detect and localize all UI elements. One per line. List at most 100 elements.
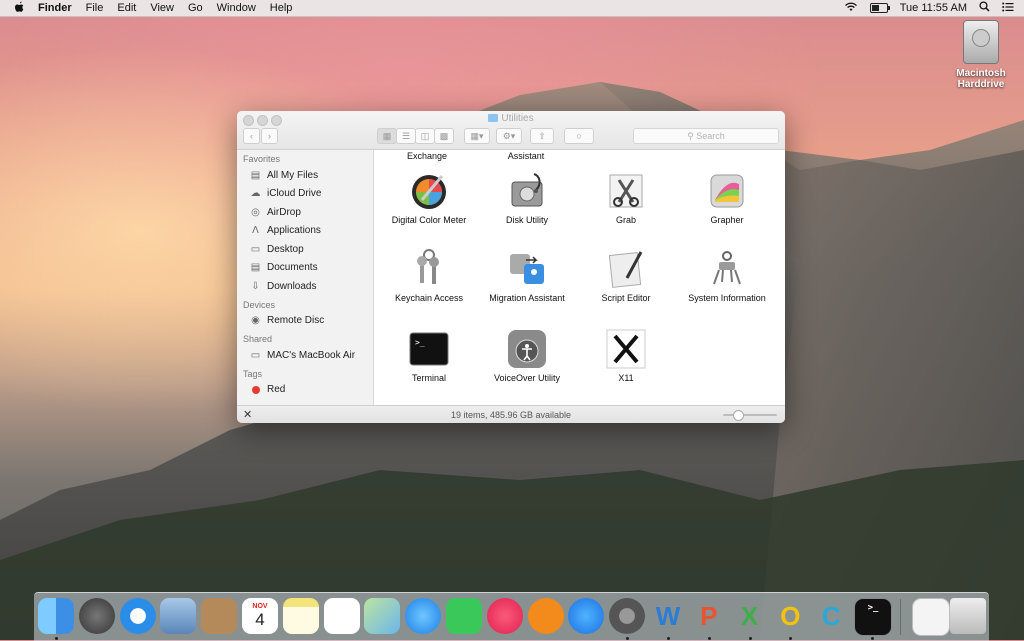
sidebar-item-mac-s-macbook-air[interactable]: ▭ MAC's MacBook Air: [237, 346, 373, 365]
sidebar-item-remote-disc[interactable]: ◉ Remote Disc: [237, 312, 373, 331]
sidebar-item-desktop[interactable]: ▭ Desktop: [237, 240, 373, 259]
column-view-button[interactable]: ◫: [415, 128, 435, 144]
menu-edit[interactable]: Edit: [117, 2, 136, 14]
forward-button[interactable]: ›: [261, 128, 278, 144]
file-item[interactable]: System Information: [677, 248, 777, 303]
dock-downloads-stack-icon[interactable]: [912, 598, 950, 636]
dock-c-app-icon[interactable]: C: [813, 598, 849, 634]
cover-flow-button[interactable]: ▩: [434, 128, 454, 144]
disc-icon: ◉: [251, 315, 260, 327]
file-item[interactable]: X11: [576, 328, 676, 383]
wifi-icon[interactable]: [844, 2, 858, 15]
search-input[interactable]: ⚲ Search: [633, 128, 779, 144]
dock-trash-icon[interactable]: [950, 598, 986, 634]
dock-app-store-icon[interactable]: [568, 598, 605, 634]
dock-mail-icon[interactable]: [160, 598, 197, 634]
dock-excel-icon[interactable]: X: [732, 598, 768, 634]
sidebar-item-label: iCloud Drive: [267, 188, 322, 200]
file-item[interactable]: VoiceOver Utility: [477, 328, 577, 383]
menu-go[interactable]: Go: [188, 2, 203, 14]
sidebar-item-all-my-files[interactable]: ▤ All My Files: [237, 166, 373, 185]
file-item[interactable]: >_ Terminal: [379, 328, 479, 383]
file-item[interactable]: Digital Color Meter: [379, 170, 479, 225]
file-item[interactable]: Script Editor: [576, 248, 676, 303]
sidebar-item-downloads[interactable]: ⇩ Downloads: [237, 277, 373, 296]
dock-ibooks-icon[interactable]: [527, 598, 564, 634]
desktop-drive-icon[interactable]: Macintosh Harddrive: [948, 20, 1014, 90]
dock-itunes-icon[interactable]: [486, 598, 523, 634]
sidebar-item-label: All My Files: [267, 169, 319, 181]
dock-notes-icon[interactable]: [282, 598, 319, 634]
dock-powerpoint-icon[interactable]: P: [691, 598, 727, 634]
sidebar-item-label: AirDrop: [267, 206, 301, 218]
sidebar-item-label: Documents: [267, 262, 318, 274]
icon-view-button[interactable]: ▦: [377, 128, 397, 144]
file-item[interactable]: Grab: [576, 170, 676, 225]
file-item[interactable]: Disk Utility: [477, 170, 577, 225]
sidebar-item-red[interactable]: Red: [237, 381, 373, 400]
battery-icon[interactable]: [869, 3, 890, 13]
sidebar-item-airdrop[interactable]: ◎ AirDrop: [237, 203, 373, 222]
dock-system-preferences-icon[interactable]: [609, 598, 646, 634]
dock-contacts-icon[interactable]: [201, 598, 238, 634]
sidebar-item-documents[interactable]: ▤ Documents: [237, 259, 373, 278]
tags-header: Tags: [243, 368, 263, 379]
dock: NOV 4 W P X O C >_: [34, 592, 989, 641]
window-title: Utilities: [237, 113, 785, 124]
svg-text:>_: >_: [415, 338, 425, 347]
menu-window[interactable]: Window: [217, 2, 256, 14]
arrange-menu-button[interactable]: ▦▾: [464, 128, 490, 144]
sidebar: Favorites ▤ All My Files ☁ iCloud Drive ◎ Air…: [237, 150, 374, 405]
back-button[interactable]: ‹: [243, 128, 260, 144]
dock-calendar-icon[interactable]: NOV 4: [242, 598, 278, 634]
icon-size-slider-knob[interactable]: [733, 410, 744, 421]
dock-maps-icon[interactable]: [364, 598, 401, 634]
dock-messages-icon[interactable]: [405, 598, 442, 634]
sidebar-item-label: Downloads: [267, 280, 317, 292]
sidebar-item-label: MAC's MacBook Air: [267, 349, 356, 361]
shared-header: Shared: [243, 334, 273, 344]
apple-menu-icon[interactable]: [14, 1, 28, 16]
dock-separator: [900, 599, 901, 635]
share-button[interactable]: ⇧: [530, 128, 554, 144]
menu-help[interactable]: Help: [270, 2, 293, 14]
file-item[interactable]: Migration Assistant: [477, 248, 577, 303]
dock-outlook-icon[interactable]: O: [772, 598, 808, 634]
dock-facetime-icon[interactable]: [446, 598, 482, 634]
file-item[interactable]: Keychain Access: [379, 248, 479, 303]
grapher-icon: [706, 170, 748, 212]
menu-file[interactable]: File: [86, 2, 104, 14]
clock[interactable]: Tue 11:55 AM: [900, 2, 967, 14]
sidebar-item-label: Applications: [267, 225, 321, 237]
dock-word-icon[interactable]: W: [650, 598, 686, 634]
list-view-button[interactable]: ☰: [396, 128, 416, 144]
dock-safari-icon[interactable]: [119, 598, 156, 634]
sidebar-item-applications[interactable]: Λ Applications: [237, 222, 373, 241]
disk-utility-icon: [506, 170, 548, 212]
partial-label-exchange[interactable]: Exchange: [382, 151, 472, 161]
menu-view[interactable]: View: [150, 2, 174, 14]
file-item-label: Grab: [615, 215, 636, 225]
documents-icon: ▤: [250, 262, 261, 274]
status-text: 19 items, 485.96 GB available: [450, 410, 572, 420]
file-item-label: Disk Utility: [506, 215, 548, 225]
sidebar-item-label: Desktop: [267, 243, 304, 255]
dock-terminal-icon[interactable]: >_: [854, 598, 892, 636]
sidebar-item-icloud-drive[interactable]: ☁ iCloud Drive: [237, 185, 373, 204]
tags-button[interactable]: ○: [564, 128, 594, 144]
spotlight-search-icon[interactable]: [979, 1, 990, 15]
file-item-label: Digital Color Meter: [391, 215, 467, 225]
color-meter-icon: [408, 170, 450, 212]
action-gear-button[interactable]: ⚙▾: [496, 128, 522, 144]
drive-label-line1: Macintosh: [956, 68, 1006, 79]
partial-label-assistant[interactable]: Assistant: [481, 151, 571, 161]
file-item[interactable]: Grapher: [677, 170, 777, 225]
menu-finder[interactable]: Finder: [38, 2, 72, 14]
migration-icon: [506, 248, 548, 290]
notification-center-icon[interactable]: [1002, 2, 1014, 15]
window-toolbar: Utilities ‹ › ▦ ☰ ◫ ▩ ▦▾ ⚙▾ ⇧ ○ ⚲ Search: [237, 111, 785, 150]
dock-reminders-icon[interactable]: [323, 598, 360, 634]
dock-finder-icon[interactable]: [38, 598, 74, 634]
icon-size-slider[interactable]: [723, 414, 777, 416]
dock-launchpad-icon[interactable]: [78, 598, 115, 634]
